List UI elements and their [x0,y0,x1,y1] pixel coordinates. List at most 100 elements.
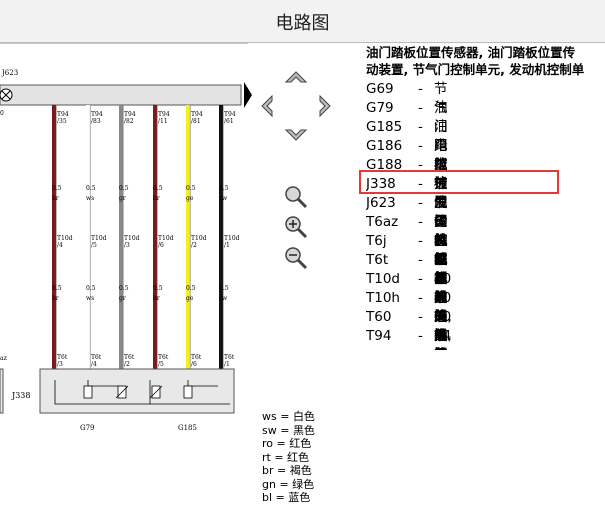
connector-pin: /2 [191,242,197,249]
legend-item-dash: - [418,138,423,154]
wire-size-label: 0.5 [153,285,163,292]
color-key-entry: br = 褐色 [262,464,312,477]
legend-item-code: G186 [366,138,403,154]
wire-color-code: gr [119,195,126,202]
sensor-label-g185: G185 [178,424,197,432]
legend-item-code: T6az [366,214,399,230]
connector-pin: /4 [57,242,63,249]
wire-pin-label: T94 [91,111,103,118]
pan-up-icon[interactable] [284,71,308,83]
legend-item-dash: - [418,214,423,230]
wire-group: T94/35 0.5 br T10d/4 0.5 br T6t/3 T94/83 0.5 ws T1… [52,105,240,369]
pan-down-icon[interactable] [284,129,308,141]
bottom-connector-pin: /4 [91,361,97,368]
color-key-entry: ro = 红色 [262,437,312,450]
left-edge-label: 0 [0,110,4,117]
bottom-connector-pin: /5 [158,361,164,368]
wire-size-label: 0.5 [219,185,229,192]
legend-item-code: T60 [366,309,392,325]
connector-label: T10d [91,235,107,242]
legend-item-desc: 94 芯插头连接, 黑色 [434,328,452,350]
legend-item-code: G79 [366,100,394,116]
legend-item-code: T6t [366,252,389,268]
wire-pin-number: /82 [124,118,134,125]
zoom-in-icon[interactable] [282,214,310,240]
wire-pin-number: /35 [57,118,67,125]
bottom-connector-label: T6t [57,354,68,361]
legend-heading-1: 油门踏板位置传感器, 油门踏板位置传 [366,45,576,60]
control-unit-bar [0,84,242,106]
wire-size-label: 0.5 [86,185,96,192]
bottom-connector-label: T6t [191,354,202,361]
legend-item-code: J623 [366,195,396,211]
wire-size-label: 0.5 [52,185,62,192]
resistor-icon [183,385,193,399]
wire-color-code: ge [186,195,194,202]
color-key: ws = 白色 sw = 黑色 ro = 红色 rt = 红色 br = 褐色 gn = … [262,410,315,505]
wire-color-code: br [153,195,160,202]
wire-size-label: 0.5 [119,185,129,192]
module-label-top: J623 [1,69,18,77]
bottom-connector-label: T6t [224,354,235,361]
color-key-entry: gn = 绿色 [262,477,315,491]
legend-item-dash: - [418,328,423,344]
wire-pin-label: T94 [57,111,69,118]
pan-right-icon[interactable] [319,94,331,118]
legend-item-code: T10h [366,290,400,306]
wire-color-code: br [52,195,59,202]
color-key-entry: rt = 红色 [262,450,310,464]
bottom-connector-pin: /3 [57,361,63,368]
wire-pin-number: /61 [224,118,234,125]
legend-item-dash: - [418,119,423,135]
wire-size-label: 0.5 [186,285,196,292]
scroll-marker-icon [244,82,252,108]
wire-size-label: 0.5 [153,185,163,192]
wire-pin-label: T94 [224,111,236,118]
wire-size-label: 0.5 [86,285,96,292]
connector-pin: /5 [91,242,97,249]
color-key-entry: bl = 蓝色 [262,491,311,504]
bottom-connector-label: T6t [124,354,135,361]
connector-label: T10d [124,235,140,242]
legend-item-code: G185 [366,119,403,135]
bottom-connector-pin: /1 [224,361,230,368]
connector-pin: /1 [224,242,230,249]
wire-pin-number: /81 [191,118,201,125]
left-edge-label-bottom: az [0,355,7,362]
zoom-out-icon[interactable] [282,245,310,271]
legend-item-dash: - [418,233,423,249]
connector-pin: /6 [158,242,164,249]
legend-item-dash: - [418,290,423,306]
legend-list: G69- 节气门电位计 G79- 油门踏板位置传感器 G185- 油门踏板位置传感器 2G… [366,80,605,350]
window-title: 电路图 [275,13,330,34]
window-titlebar: 电路图 [0,0,605,43]
pan-controls[interactable] [258,68,338,158]
wire-color-code: sw [219,295,228,302]
wire-pin-number: /11 [158,118,168,125]
legend-item-code: T94 [366,328,392,344]
wire-size-label: 0.5 [119,285,129,292]
wire-color-code: br [52,295,59,302]
legend-item-dash: - [418,81,423,97]
sensor-label-g79: G79 [80,424,95,432]
pan-left-icon[interactable] [261,94,273,118]
wire-pin-label: T94 [191,111,203,118]
wire-color-code: br [153,295,160,302]
legend-item-code: T10d [366,271,400,287]
wire-pin-number: /83 [91,118,101,125]
connector-label: T10d [158,235,174,242]
connector-label: T10d [224,235,240,242]
wire-color-code: sw [219,195,228,202]
highlight-box [359,170,559,194]
legend-item-dash: - [418,100,423,116]
zoom-fit-icon[interactable] [282,184,310,210]
bottom-connector-label: T6t [91,354,102,361]
legend-item-code: G69 [366,81,394,97]
bottom-connector-label: T6t [158,354,169,361]
legend-item-dash: - [418,309,423,325]
color-key-entry: sw = 黑色 [262,423,315,437]
wire-pin-label: T94 [158,111,170,118]
legend-item-dash: - [418,195,423,211]
legend-item-dash: - [418,271,423,287]
bottom-connector-pin: /2 [124,361,130,368]
